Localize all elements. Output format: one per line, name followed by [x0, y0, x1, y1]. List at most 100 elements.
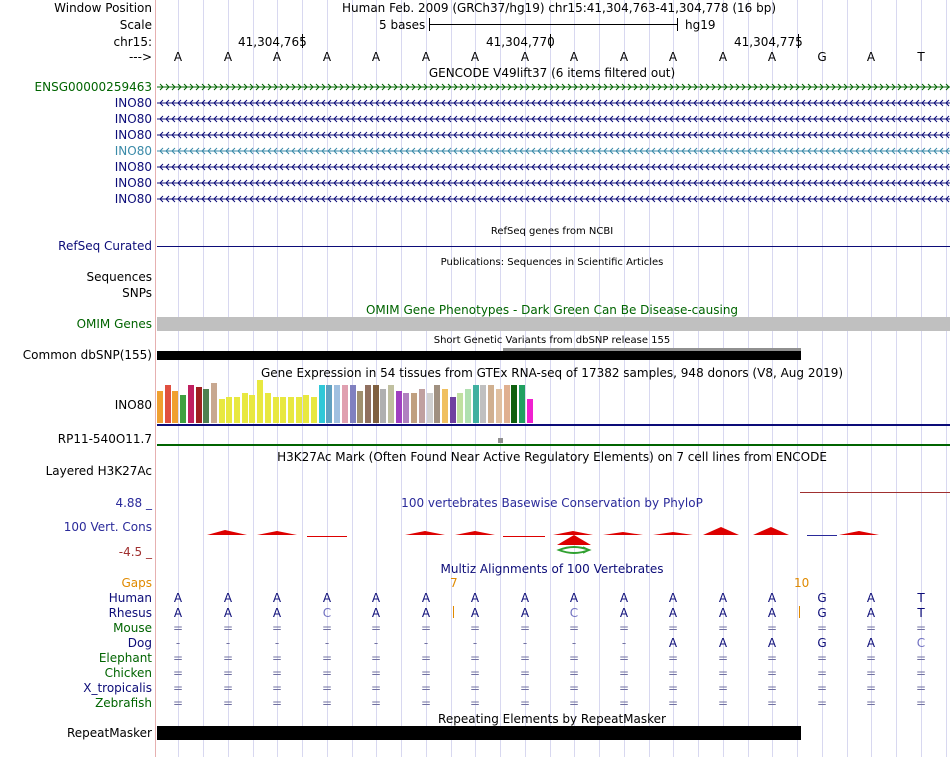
- gtex-track-label-2[interactable]: RP11-540O11.7: [58, 432, 152, 446]
- gtex-tissue-bar[interactable]: [241, 393, 248, 423]
- multiz-base: =: [420, 651, 432, 665]
- gtex-tissue-bar[interactable]: [441, 389, 448, 423]
- repeatmasker-track-label[interactable]: RepeatMasker: [67, 726, 152, 740]
- gtex-tissue-bar[interactable]: [434, 385, 441, 423]
- gencode-gene-label[interactable]: ENSG00000259463: [35, 80, 152, 94]
- multiz-base: =: [420, 681, 432, 695]
- multiz-base: =: [766, 666, 778, 680]
- refseq-track-title: RefSeq genes from NCBI: [490, 226, 614, 237]
- omim-gene-bar[interactable]: [157, 317, 950, 331]
- phylop-conservation-plot[interactable]: [157, 520, 950, 560]
- multiz-base: A: [767, 636, 777, 650]
- multiz-species-label[interactable]: Elephant: [99, 651, 152, 665]
- multiz-species-label[interactable]: X_tropicalis: [83, 681, 152, 695]
- gencode-gene-label[interactable]: INO80: [115, 144, 152, 158]
- gtex-tissue-bar[interactable]: [226, 397, 233, 423]
- snps-track-label[interactable]: SNPs: [122, 286, 152, 300]
- gencode-gene-label[interactable]: INO80: [115, 192, 152, 206]
- gtex-tissue-bar[interactable]: [295, 397, 302, 423]
- refseq-track-label[interactable]: RefSeq Curated: [58, 239, 152, 253]
- gtex-tissue-bar[interactable]: [341, 385, 348, 423]
- gtex-tissue-bar[interactable]: [526, 399, 533, 423]
- gtex-tissue-bar[interactable]: [218, 399, 225, 423]
- scale-text-left: 5 bases: [379, 18, 426, 32]
- gtex-tissue-bar[interactable]: [280, 397, 287, 423]
- gtex-tissue-bar[interactable]: [488, 385, 495, 423]
- gtex-track-label[interactable]: INO80: [115, 398, 152, 412]
- sequences-track-label[interactable]: Sequences: [87, 270, 152, 284]
- gtex-tissue-bar[interactable]: [449, 397, 456, 423]
- gencode-gene-label[interactable]: INO80: [115, 112, 152, 126]
- gtex-tissue-bar[interactable]: [210, 383, 217, 423]
- refseq-gene-line[interactable]: [157, 246, 950, 247]
- multiz-base: =: [370, 666, 382, 680]
- gtex-tissue-bar[interactable]: [480, 385, 487, 423]
- gencode-gene-label[interactable]: INO80: [115, 160, 152, 174]
- gtex-tissue-bar[interactable]: [249, 395, 256, 423]
- gtex-tissue-bar[interactable]: [426, 393, 433, 423]
- gtex-tissue-bar[interactable]: [403, 393, 410, 423]
- multiz-species-label[interactable]: Dog: [128, 636, 152, 650]
- gtex-tissue-bar[interactable]: [364, 385, 371, 423]
- gencode-gene-line[interactable]: [157, 194, 950, 204]
- gtex-tissue-bar[interactable]: [172, 391, 179, 423]
- gencode-gene-line[interactable]: [157, 146, 950, 156]
- dbsnp-track-label[interactable]: Common dbSNP(155): [23, 348, 152, 362]
- gencode-gene-line[interactable]: [157, 114, 950, 124]
- gtex-tissue-bar[interactable]: [395, 391, 402, 423]
- gtex-tissue-bar[interactable]: [357, 391, 364, 423]
- gtex-tissue-bar[interactable]: [318, 385, 325, 423]
- gtex-tissue-bar[interactable]: [180, 395, 187, 423]
- gtex-tissue-bar[interactable]: [411, 393, 418, 423]
- sequence-base: A: [619, 50, 629, 64]
- gencode-gene-line[interactable]: [157, 130, 950, 140]
- gtex-tissue-bar[interactable]: [472, 385, 479, 423]
- gencode-gene-label[interactable]: INO80: [115, 96, 152, 110]
- phylop-track-label[interactable]: 100 Vert. Cons: [64, 520, 152, 534]
- gtex-tissue-bar[interactable]: [380, 389, 387, 423]
- h3k27ac-track-label[interactable]: Layered H3K27Ac: [46, 464, 152, 478]
- gencode-gene-line[interactable]: [157, 82, 950, 92]
- repeatmasker-element-bar[interactable]: [157, 726, 801, 740]
- gencode-gene-label[interactable]: INO80: [115, 176, 152, 190]
- h3k27ac-signal[interactable]: [800, 492, 950, 493]
- gtex-tissue-bar[interactable]: [518, 385, 525, 423]
- gtex-tissue-bar[interactable]: [465, 389, 471, 423]
- gtex-tissue-bar[interactable]: [287, 397, 294, 423]
- gtex-tissue-bar[interactable]: [511, 385, 518, 423]
- multiz-species-label[interactable]: Human: [109, 591, 152, 605]
- gtex-tissue-bar[interactable]: [503, 385, 510, 423]
- gtex-tissue-bar[interactable]: [311, 397, 317, 423]
- gtex-tissue-bar[interactable]: [457, 393, 464, 423]
- gtex-tissue-bar[interactable]: [203, 389, 210, 423]
- multiz-species-label[interactable]: Chicken: [105, 666, 152, 680]
- gtex-tissue-bar[interactable]: [264, 393, 271, 423]
- gtex-tissue-bar[interactable]: [164, 385, 171, 423]
- gtex-tissue-bar[interactable]: [334, 385, 341, 423]
- gtex-tissue-bar[interactable]: [349, 385, 356, 423]
- gtex-tissue-bar[interactable]: [187, 385, 194, 423]
- gencode-gene-line[interactable]: [157, 162, 950, 172]
- multiz-base: =: [766, 651, 778, 665]
- gtex-tissue-bar[interactable]: [372, 385, 379, 423]
- gtex-tissue-bar[interactable]: [195, 387, 202, 423]
- omim-track-label[interactable]: OMIM Genes: [77, 317, 152, 331]
- window-position-label: Window Position: [54, 1, 152, 15]
- multiz-species-label[interactable]: Mouse: [113, 621, 152, 635]
- multiz-species-label[interactable]: Rhesus: [109, 606, 152, 620]
- gencode-gene-label[interactable]: INO80: [115, 128, 152, 142]
- gtex-tissue-bar[interactable]: [234, 397, 240, 423]
- dbsnp-variant-bar[interactable]: [157, 351, 801, 360]
- gencode-gene-line[interactable]: [157, 178, 950, 188]
- gtex-tissue-bar[interactable]: [157, 391, 163, 423]
- gtex-tissue-bar[interactable]: [272, 397, 279, 423]
- gtex-tissue-bar[interactable]: [495, 389, 502, 423]
- gtex-tissue-bar[interactable]: [257, 380, 264, 423]
- multiz-base: A: [668, 636, 678, 650]
- gtex-tissue-bar[interactable]: [388, 385, 394, 423]
- gtex-tissue-bar[interactable]: [418, 389, 425, 423]
- multiz-species-label[interactable]: Zebrafish: [95, 696, 152, 710]
- gtex-tissue-bar[interactable]: [326, 385, 333, 423]
- gtex-tissue-bar[interactable]: [303, 395, 310, 423]
- gencode-gene-line[interactable]: [157, 98, 950, 108]
